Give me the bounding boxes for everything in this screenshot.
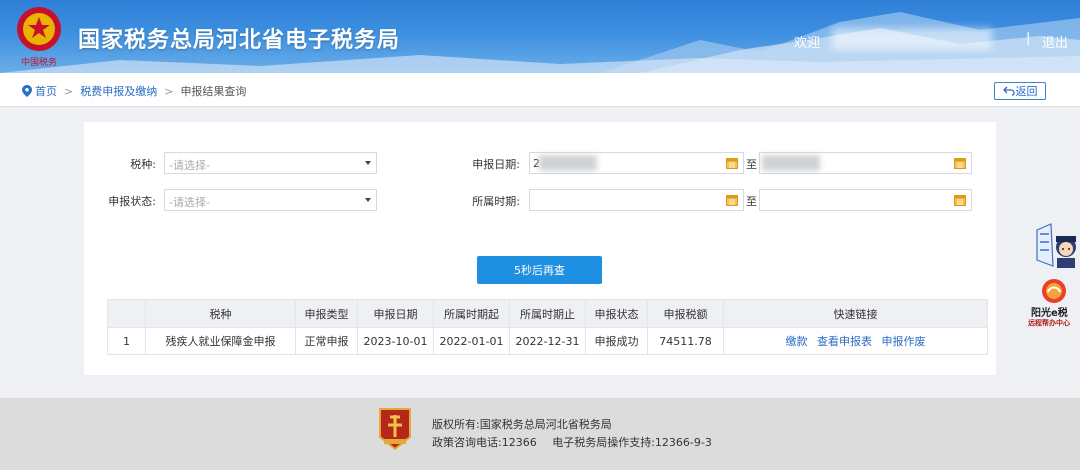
void-declaration-link[interactable]: 申报作废 (882, 335, 926, 348)
cell-index: 1 (107, 327, 146, 355)
government-badge-icon (379, 408, 411, 451)
period-range-to: 至 (746, 195, 757, 208)
belong-period-from-input[interactable] (529, 189, 744, 211)
cell-period-end: 2022-12-31 (509, 327, 586, 355)
footer-contact: 政策咨询电话:12366 电子税务局操作支持:12366-9-3 (432, 434, 724, 450)
cell-amount: 74511.78 (647, 327, 724, 355)
username-redacted (832, 28, 992, 50)
location-pin-icon (22, 85, 32, 97)
calendar-icon[interactable] (954, 194, 966, 206)
cell-declare-type: 正常申报 (295, 327, 358, 355)
remote-help-title: 阳光e税 (1031, 308, 1068, 319)
pay-link[interactable]: 缴款 (786, 335, 808, 348)
redacted-date (539, 155, 597, 171)
calendar-icon[interactable] (726, 157, 738, 169)
col-header-period-end: 所属时期止 (509, 299, 586, 328)
col-header-tax-type: 税种 (145, 299, 296, 328)
chevron-down-icon (365, 198, 371, 202)
cell-quick-links: 缴款 查看申报表 申报作废 (723, 327, 988, 355)
cell-declare-date: 2023-10-01 (357, 327, 434, 355)
footer-copyright: 版权所有:国家税务总局河北省税务局 (432, 418, 612, 431)
col-header-declare-date: 申报日期 (357, 299, 434, 328)
declare-date-from-input[interactable]: 2 (529, 152, 744, 174)
footer-hotline: 政策咨询电话:12366 (432, 436, 537, 449)
cell-status: 申报成功 (585, 327, 648, 355)
declare-status-placeholder: -请选择- (169, 196, 210, 209)
tax-type-placeholder: -请选择- (169, 159, 210, 172)
col-header-declare-type: 申报类型 (295, 299, 358, 328)
header-banner: 中国税务 国家税务总局河北省电子税务局 欢迎 | 退出 (0, 0, 1080, 73)
col-header-period-start: 所属时期起 (433, 299, 510, 328)
header-divider: | (1026, 31, 1031, 46)
declare-status-select[interactable]: -请选择- (164, 189, 377, 211)
redacted-date (762, 155, 820, 171)
calendar-icon[interactable] (726, 194, 738, 206)
result-table: 税种 申报类型 申报日期 所属时期起 所属时期止 申报状态 申报税额 快速链接 … (107, 299, 988, 355)
table-row: 1 残疾人就业保障金申报 正常申报 2023-10-01 2022-01-01 … (107, 327, 988, 355)
remote-help-subtitle: 远程帮办中心 (1028, 319, 1070, 327)
breadcrumb-home[interactable]: 首页 (35, 83, 57, 99)
breadcrumb-tax-declaration[interactable]: 税费申报及缴纳 (80, 83, 157, 99)
view-declaration-link[interactable]: 查看申报表 (817, 335, 872, 348)
date-range-to: 至 (746, 158, 757, 171)
back-arrow-icon (1002, 86, 1015, 96)
back-button-label: 返回 (1015, 85, 1038, 98)
svg-text:中国税务: 中国税务 (21, 56, 57, 68)
cell-period-start: 2022-01-01 (433, 327, 510, 355)
tax-emblem-icon: 中国税务 (17, 7, 61, 68)
query-button[interactable]: 5秒后再查 (477, 256, 602, 284)
col-header-index (107, 299, 146, 328)
welcome-text: 欢迎 (794, 36, 821, 51)
tax-type-select[interactable]: -请选择- (164, 152, 377, 174)
declare-date-to-input[interactable] (759, 152, 972, 174)
declare-status-label: 申报状态: (108, 195, 156, 208)
breadcrumb-separator: > (64, 84, 74, 98)
breadcrumb-current: 申报结果查询 (180, 85, 247, 98)
remote-help-widget[interactable]: 阳光e税 远程帮办中心 (1028, 278, 1080, 330)
belong-period-to-input[interactable] (759, 189, 972, 211)
tax-type-label: 税种: (130, 158, 156, 171)
query-panel: 税种: -请选择- 申报日期: 2 至 申报状态: -请选择- 所属时期: 至 … (84, 122, 996, 375)
col-header-quick-links: 快速链接 (723, 299, 988, 328)
col-header-status: 申报状态 (585, 299, 648, 328)
col-header-amount: 申报税额 (647, 299, 724, 328)
breadcrumb-separator: > (164, 84, 174, 98)
back-button[interactable]: 返回 (994, 82, 1046, 100)
tax-interaction-widget-icon[interactable] (1031, 220, 1080, 270)
footer-support: 电子税务局操作支持:12366-9-3 (552, 436, 712, 449)
declare-date-label: 申报日期: (472, 158, 520, 171)
belong-period-label: 所属时期: (472, 195, 520, 208)
cell-tax-type: 残疾人就业保障金申报 (145, 327, 296, 355)
breadcrumb: 首页 > 税费申报及缴纳 > 申报结果查询 (22, 83, 246, 99)
sunshine-e-tax-logo-icon (1042, 279, 1066, 303)
breadcrumb-bar: 首页 > 税费申报及缴纳 > 申报结果查询 返回 (0, 73, 1080, 107)
table-header-row: 税种 申报类型 申报日期 所属时期起 所属时期止 申报状态 申报税额 快速链接 (107, 299, 988, 328)
chevron-down-icon (365, 161, 371, 165)
logout-link[interactable]: 退出 (1042, 32, 1068, 51)
calendar-icon[interactable] (954, 157, 966, 169)
footer: 版权所有:国家税务总局河北省税务局 政策咨询电话:12366 电子税务局操作支持… (0, 398, 1080, 470)
site-title: 国家税务总局河北省电子税务局 (78, 28, 401, 53)
